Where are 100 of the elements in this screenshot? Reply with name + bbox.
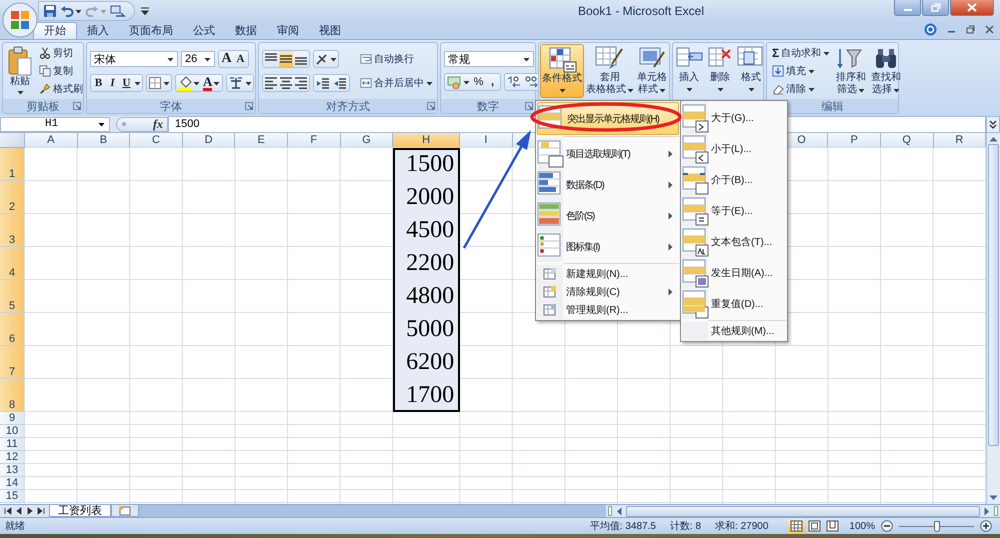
row-header[interactable]: 6 [0,313,25,346]
restore-icon[interactable] [966,25,975,34]
next-sheet-icon[interactable] [26,507,34,515]
copy-button[interactable]: 复制 [37,63,85,79]
row-header[interactable]: 3 [0,214,25,247]
text-align-button[interactable] [294,75,308,91]
conditional-formatting-button[interactable]: 条件格式 [540,44,584,98]
menu-item[interactable]: 项目选取规则(T) [537,138,679,169]
column-header[interactable]: R [934,133,986,148]
expand-formula-button[interactable] [986,116,1000,132]
menu-item[interactable]: 管理规则(R)... [537,301,679,319]
vertical-scrollbar[interactable] [986,133,1000,504]
format-painter-button[interactable]: 格式刷 [37,81,85,97]
row-header[interactable]: 2 [0,181,25,214]
column-header[interactable]: P [828,133,881,148]
autosum-button[interactable]: Σ 自动求和 [770,45,832,61]
decrease-decimal-button[interactable] [523,74,539,90]
column-header[interactable]: D [182,133,236,148]
previous-sheet-icon[interactable] [15,507,23,515]
font-color-button[interactable]: A [202,75,222,91]
wrap-text-button[interactable]: 自动换行 [358,51,435,67]
maximize-button[interactable] [922,0,949,16]
grow-font-button[interactable]: A [220,51,233,67]
column-header[interactable]: B [78,133,130,148]
cut-button[interactable]: 剪切 [37,45,85,61]
menu-item[interactable]: 大于(G)... [682,102,786,133]
row-header[interactable]: 7 [0,346,25,379]
row-header[interactable]: 9 [0,412,25,425]
fill-color-button[interactable] [177,75,201,91]
cell-styles-button[interactable]: 单元格 样式 [636,44,668,98]
column-header[interactable]: C [130,133,183,148]
merge-center-button[interactable]: 合并后居中 [358,75,435,91]
ribbon-tab[interactable]: 开始 [33,22,77,39]
last-sheet-icon[interactable] [37,507,45,515]
ribbon-tab[interactable]: 审阅 [267,23,309,39]
customize-caret-icon[interactable] [141,7,149,15]
column-header[interactable]: A [25,133,78,148]
name-box[interactable]: H1 [0,116,110,132]
menu-item[interactable]: 等于(E)... [682,195,786,226]
scroll-thumb[interactable] [988,144,999,446]
insert-function-button[interactable]: fx [153,116,163,132]
menu-item[interactable]: 介于(B)... [682,164,786,195]
dialog-launcher-icon[interactable] [73,102,81,110]
font-size-field[interactable]: 26 [181,51,215,67]
font-name-field[interactable]: 宋体 [90,51,178,67]
dialog-launcher-icon[interactable] [427,102,435,110]
zoom-slider[interactable] [899,520,974,532]
column-header[interactable]: I [460,133,513,148]
dialog-launcher-icon[interactable] [525,102,533,110]
scroll-up-icon[interactable] [989,136,998,142]
number-format-field[interactable]: 常规 [444,51,534,67]
increase-decimal-button[interactable] [506,74,522,90]
menu-item[interactable]: 发生日期(A)... [682,257,786,288]
ribbon-tab[interactable]: 公式 [183,23,225,39]
row-header[interactable]: 15 [0,490,25,503]
page-layout-button[interactable] [806,519,824,533]
menu-item[interactable]: 图标集(I) [537,231,679,262]
shrink-font-button[interactable]: A [234,51,247,67]
table-format-button[interactable]: 套用 表格格式 [585,44,635,98]
row-header[interactable]: 13 [0,464,25,477]
normal-view-button[interactable] [788,519,806,533]
menu-item[interactable]: 数据条(D) [537,169,679,200]
paste-button[interactable]: 粘贴 [6,44,34,98]
comma-button[interactable]: , [486,74,499,90]
zoom-level[interactable]: 100% [849,520,875,532]
scroll-right-icon[interactable] [984,506,990,516]
clear-button[interactable]: 清除 [770,81,832,97]
sort-filter-button[interactable]: 排序和 筛选 [835,44,868,98]
row-header[interactable]: 14 [0,477,25,490]
horizontal-scrollbar[interactable] [606,505,1000,517]
ribbon-tab[interactable]: 页面布局 [119,23,183,39]
column-header[interactable]: Q [880,133,934,148]
borders-button[interactable] [146,74,172,92]
find-select-button[interactable]: 查找和 选择 [870,44,902,98]
ribbon-tab[interactable]: 数据 [225,23,267,39]
percent-button[interactable]: % [472,74,485,90]
sheet-tab[interactable]: 工资列表 [49,505,111,517]
page-break-preview-button[interactable] [824,519,842,533]
text-align-button[interactable] [264,75,278,91]
fill-button[interactable]: 填充 [770,63,832,79]
help-icon[interactable] [924,23,937,36]
repeat-icon[interactable] [110,4,126,18]
column-header[interactable]: F [288,133,341,148]
insert-button[interactable]: 插入 [674,44,704,98]
row-header[interactable]: 4 [0,247,25,280]
currency-button[interactable] [446,74,471,90]
menu-item[interactable]: 其他规则(M)... [682,322,786,340]
menu-item[interactable]: 文本包含(T)... [682,226,786,257]
menu-item[interactable]: 清除规则(C) [537,283,679,301]
scroll-thumb[interactable] [626,506,980,516]
column-header[interactable]: H [393,133,460,148]
row-header[interactable]: 11 [0,438,25,451]
row-header[interactable]: 8 [0,379,25,412]
save-icon[interactable] [43,4,57,18]
scroll-left-icon[interactable] [616,506,622,516]
bold-button[interactable]: B [92,75,105,91]
italic-button[interactable]: I [106,75,119,91]
format-button[interactable]: 格式 [736,44,766,98]
orientation-button[interactable] [313,50,339,68]
dialog-launcher-icon[interactable] [245,102,253,110]
